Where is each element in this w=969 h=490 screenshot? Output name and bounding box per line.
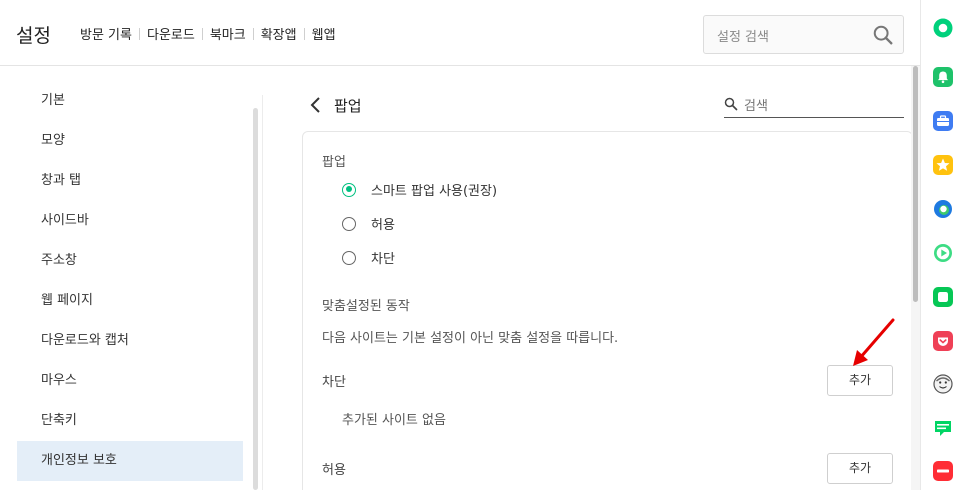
bell-icon[interactable]	[933, 67, 953, 87]
settings-window: 설정 방문 기록 다운로드 북마크 확장앱 웹앱 설정 검색 기본 모양 창과 …	[0, 0, 969, 490]
whale-logo-icon[interactable]	[933, 18, 953, 38]
header-nav: 방문 기록 다운로드 북마크 확장앱 웹앱	[80, 24, 336, 43]
edge-icon[interactable]	[933, 199, 953, 219]
radio-block[interactable]: 차단	[342, 248, 395, 267]
popup-section-label: 팝업	[322, 155, 346, 170]
header: 설정 방문 기록 다운로드 북마크 확장앱 웹앱 설정 검색	[0, 0, 920, 66]
custom-section-label: 맞춤설정된 동작	[322, 299, 410, 314]
sidebar-item-privacy[interactable]: 개인정보 보호	[17, 441, 243, 481]
radio-label: 스마트 팝업 사용(권장)	[371, 184, 498, 199]
page-title: 팝업	[334, 97, 362, 115]
radio-button[interactable]	[342, 216, 356, 231]
now-icon[interactable]	[933, 461, 953, 481]
webtoon-icon[interactable]	[933, 418, 953, 438]
sidebar-item-mouse[interactable]: 마우스	[17, 361, 243, 401]
custom-description: 다음 사이트는 기본 설정이 아닌 맞춤 설정을 따릅니다.	[322, 331, 619, 346]
nav-separator	[138, 27, 140, 40]
line-icon[interactable]	[933, 287, 953, 307]
settings-search-input[interactable]: 설정 검색	[703, 15, 904, 54]
sidebar-scrollbar[interactable]	[253, 108, 258, 490]
nav-separator	[201, 27, 203, 40]
play-icon[interactable]	[933, 243, 953, 263]
main-scrollbar-thumb[interactable]	[913, 66, 918, 302]
sidebar-item-windows-tabs[interactable]: 창과 탭	[17, 161, 243, 201]
sidebar-item-sidebar[interactable]: 사이드바	[17, 201, 243, 241]
nav-webapps[interactable]: 웹앱	[312, 24, 336, 43]
content-search-placeholder: 검색	[744, 99, 768, 114]
settings-sidebar: 기본 모양 창과 탭 사이드바 주소창 웹 페이지 다운로드와 캡처 마우스 단…	[0, 67, 260, 490]
star-icon[interactable]	[933, 155, 953, 175]
nav-history[interactable]: 방문 기록	[80, 24, 132, 43]
pocket-icon[interactable]	[933, 331, 953, 351]
radio-allow[interactable]: 허용	[342, 214, 395, 233]
nav-downloads[interactable]: 다운로드	[147, 24, 195, 43]
nav-bookmarks[interactable]: 북마크	[210, 24, 246, 43]
sidebar-item-address-bar[interactable]: 주소창	[17, 241, 243, 281]
nav-separator	[252, 27, 254, 40]
search-icon	[724, 97, 738, 111]
sidebar-item-appearance[interactable]: 모양	[17, 121, 243, 161]
radio-label: 차단	[371, 252, 395, 267]
search-icon[interactable]	[872, 24, 894, 46]
content-search-input[interactable]: 검색	[724, 93, 904, 118]
avatar-icon[interactable]	[933, 374, 953, 394]
block-label: 차단	[322, 375, 346, 390]
radio-button[interactable]	[342, 250, 356, 265]
settings-search-placeholder: 설정 검색	[717, 30, 769, 45]
briefcase-icon[interactable]	[933, 111, 953, 131]
divider	[262, 95, 263, 490]
sidebar-item-downloads-capture[interactable]: 다운로드와 캡처	[17, 321, 243, 361]
allow-add-button[interactable]: 추가	[827, 453, 893, 484]
radio-smart-popup[interactable]: 스마트 팝업 사용(권장)	[342, 180, 497, 199]
sidebar-item-web-page[interactable]: 웹 페이지	[17, 281, 243, 321]
sidebar-item-shortcuts[interactable]: 단축키	[17, 401, 243, 441]
block-add-button[interactable]: 추가	[827, 365, 893, 396]
nav-extensions[interactable]: 확장앱	[261, 24, 297, 43]
back-arrow-icon[interactable]	[308, 95, 324, 115]
radio-button-checked[interactable]	[342, 182, 356, 197]
radio-label: 허용	[371, 218, 395, 233]
allow-label: 허용	[322, 463, 346, 478]
sidebar-item-basic[interactable]: 기본	[17, 81, 243, 121]
block-empty-text: 추가된 사이트 없음	[342, 413, 446, 428]
nav-separator	[303, 27, 305, 40]
page-title-settings: 설정	[16, 25, 51, 47]
